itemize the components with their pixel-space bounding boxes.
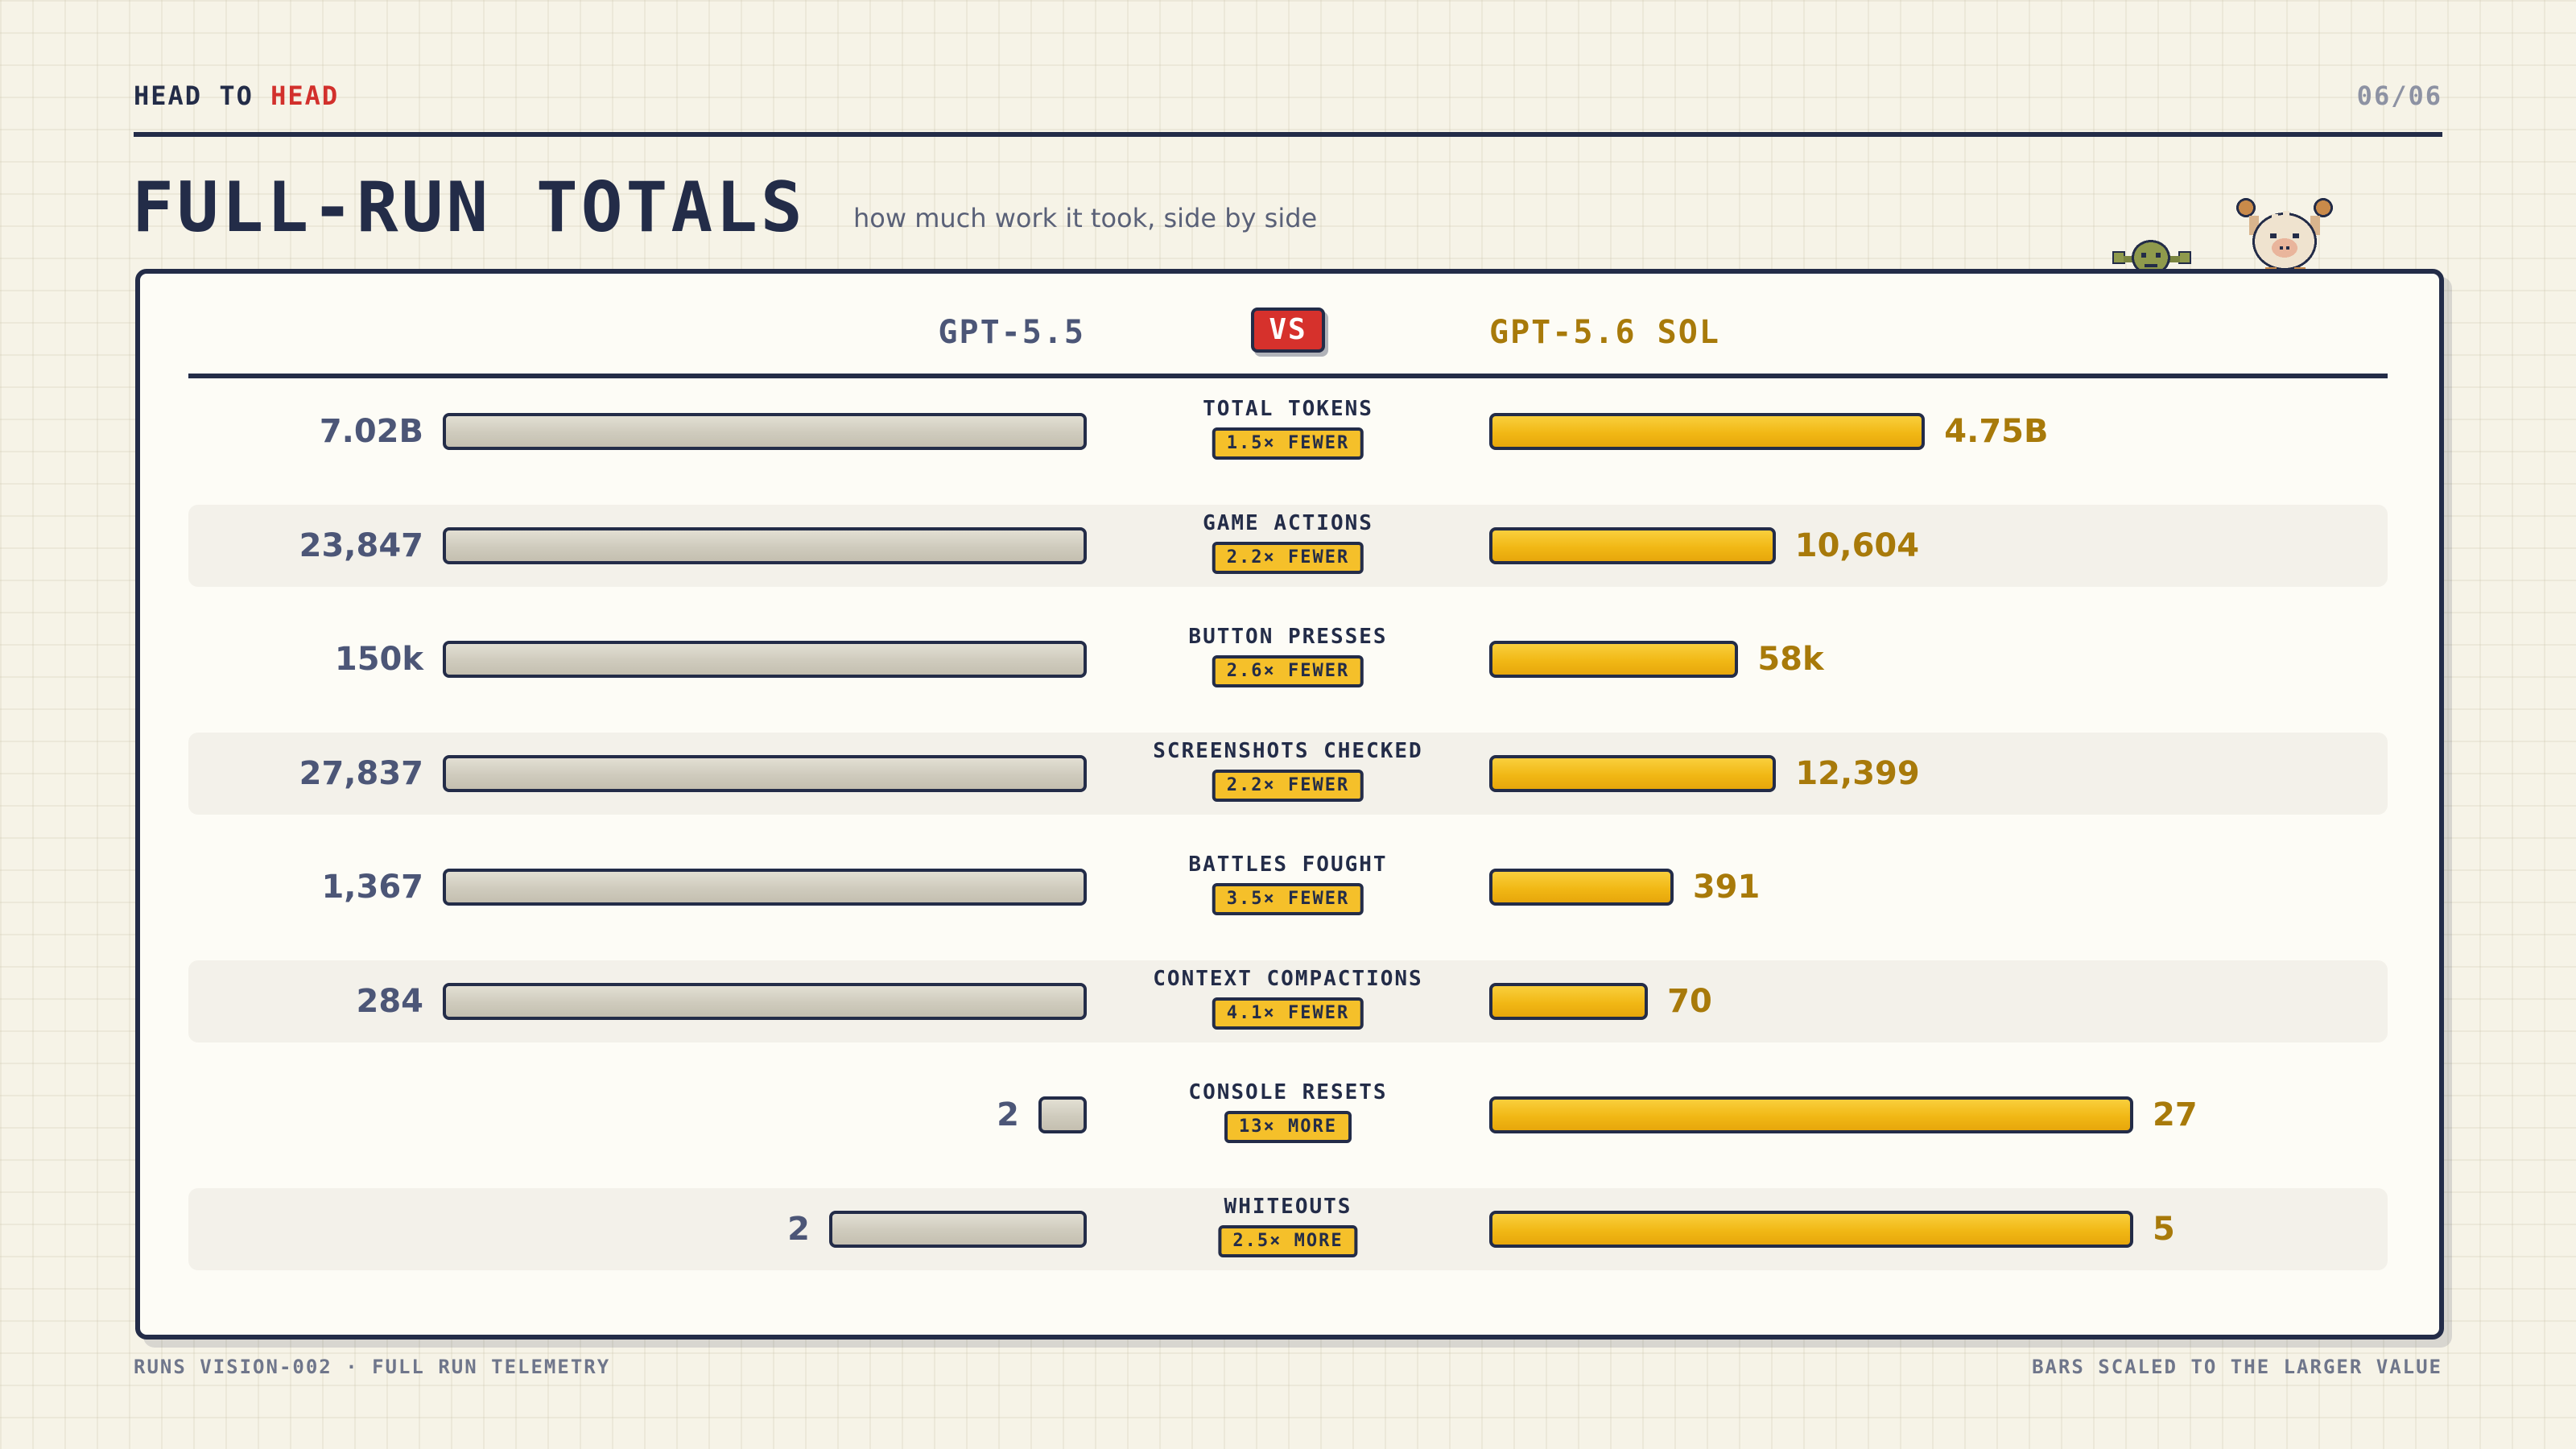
bar-right <box>1489 754 1777 792</box>
value-left: 1,367 <box>321 869 423 906</box>
bar-left <box>443 526 1087 564</box>
diff-badge: 3.5× FEWER <box>1212 883 1364 915</box>
diff-badge: 2.5× MORE <box>1218 1224 1358 1257</box>
value-left: 284 <box>356 982 424 1020</box>
value-right: 391 <box>1692 869 1761 906</box>
bar-right <box>1489 641 1739 678</box>
metric-label: WHITEOUTS <box>1224 1194 1352 1219</box>
bar-left <box>1038 1096 1087 1133</box>
value-left: 2 <box>787 1210 810 1248</box>
bar-left <box>443 641 1087 678</box>
bar-left <box>443 869 1087 906</box>
value-left: 23,847 <box>299 526 423 564</box>
value-left: 27,837 <box>299 754 423 792</box>
bar-right <box>1489 1096 2133 1133</box>
page-subtitle: how much work it took, side by side <box>853 203 1318 233</box>
bar-left <box>443 982 1087 1020</box>
metric-label: CONSOLE RESETS <box>1188 1080 1388 1104</box>
diff-badge: 2.2× FEWER <box>1212 541 1364 574</box>
metric-label: CONTEXT COMPACTIONS <box>1153 966 1423 991</box>
top-divider <box>134 132 2442 137</box>
value-right: 5 <box>2153 1210 2175 1248</box>
diff-badge: 13× MORE <box>1224 1111 1352 1143</box>
bar-right <box>1489 982 1649 1020</box>
bar-left <box>443 754 1087 792</box>
value-right: 12,399 <box>1795 754 1920 792</box>
page-title: FULL-RUN TOTALS <box>132 167 806 248</box>
model-name-left: GPT-5.5 <box>938 314 1085 351</box>
model-name-right: GPT-5.6 SOL <box>1489 314 1720 351</box>
bar-left <box>829 1210 1087 1248</box>
bar-right <box>1489 526 1776 564</box>
metric-label: GAME ACTIONS <box>1203 510 1373 535</box>
section-eyebrow: HEAD TO HEAD <box>134 80 339 111</box>
footer-source: RUNS VISION-002 · FULL RUN TELEMETRY <box>134 1356 611 1378</box>
diff-badge: 1.5× FEWER <box>1212 427 1364 460</box>
bar-right <box>1489 1210 2133 1248</box>
diff-badge: 4.1× FEWER <box>1212 997 1364 1030</box>
page-number: 06/06 <box>2356 80 2442 111</box>
eyebrow-accent: HEAD <box>270 80 340 111</box>
bar-left <box>443 413 1087 450</box>
value-right: 27 <box>2153 1096 2198 1133</box>
value-right: 58k <box>1757 641 1824 678</box>
eyebrow-text: HEAD TO <box>134 80 271 111</box>
header-divider <box>188 374 2388 378</box>
value-right: 4.75B <box>1944 413 2049 450</box>
metric-label: BUTTON PRESSES <box>1188 625 1388 649</box>
metric-label: TOTAL TOKENS <box>1203 397 1373 421</box>
vs-badge: VS <box>1251 308 1325 353</box>
diff-badge: 2.2× FEWER <box>1212 769 1364 802</box>
footer-scale-note: BARS SCALED TO THE LARGER VALUE <box>2032 1356 2442 1378</box>
bar-right <box>1489 869 1674 906</box>
diff-badge: 2.6× FEWER <box>1212 655 1364 687</box>
bar-right <box>1489 413 1926 450</box>
value-left: 2 <box>997 1096 1019 1133</box>
value-right: 70 <box>1667 982 1712 1020</box>
metric-label: SCREENSHOTS CHECKED <box>1153 738 1423 763</box>
value-right: 10,604 <box>1794 526 1920 564</box>
metric-label: BATTLES FOUGHT <box>1188 852 1388 877</box>
value-left: 150k <box>334 641 423 678</box>
value-left: 7.02B <box>319 413 423 450</box>
